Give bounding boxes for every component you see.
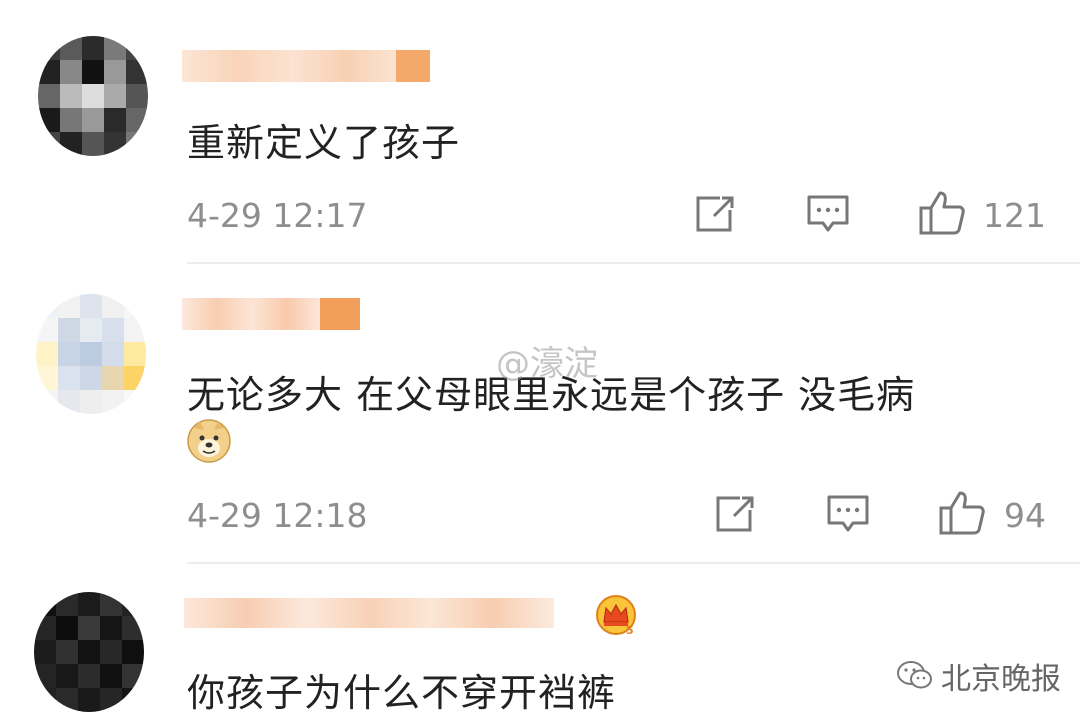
avatar[interactable]	[34, 592, 144, 712]
like-button[interactable]	[938, 490, 986, 540]
vip-crown-badge: 5	[594, 594, 638, 640]
like-count: 94	[1004, 496, 1046, 535]
like-count: 121	[983, 196, 1046, 235]
wechat-icon	[897, 661, 932, 689]
svg-text:5: 5	[626, 624, 634, 636]
avatar[interactable]	[36, 294, 146, 414]
like-button[interactable]	[918, 190, 966, 240]
comment-item: 重新定义了孩子 4-29 12:17 121	[0, 0, 1080, 262]
comment-item: 5 你孩子为什么不穿开裆裤	[0, 564, 1080, 722]
comment-item: 无论多大 在父母眼里永远是个孩子 没毛病 4-29 12:18 94	[0, 264, 1080, 562]
share-button[interactable]	[714, 494, 756, 538]
avatar[interactable]	[38, 36, 148, 156]
thumbs-up-icon	[939, 491, 985, 535]
reply-button[interactable]	[806, 194, 850, 238]
doge-emoji-icon	[187, 419, 231, 463]
share-button[interactable]	[694, 194, 736, 238]
comment-text: 重新定义了孩子	[187, 121, 461, 165]
comment-time: 4-29 12:18	[187, 496, 368, 535]
username-blurred[interactable]	[182, 50, 442, 82]
doge-emoji	[186, 418, 232, 468]
comment-text: 你孩子为什么不穿开裆裤	[187, 671, 617, 715]
share-icon	[716, 496, 754, 532]
brand-label: 北京晚报	[941, 662, 1061, 697]
comment-icon	[807, 195, 849, 232]
username-blurred[interactable]	[182, 298, 372, 330]
crown-icon: 5	[596, 595, 636, 637]
thumbs-up-icon	[919, 191, 965, 235]
comment-icon	[827, 495, 869, 532]
reply-button[interactable]	[826, 494, 870, 538]
username-blurred[interactable]	[184, 598, 564, 630]
brand-logo: 北京晚报	[897, 654, 1061, 698]
share-icon	[696, 196, 734, 232]
watermark: @濠淀	[496, 344, 598, 384]
comment-time: 4-29 12:17	[187, 196, 368, 235]
